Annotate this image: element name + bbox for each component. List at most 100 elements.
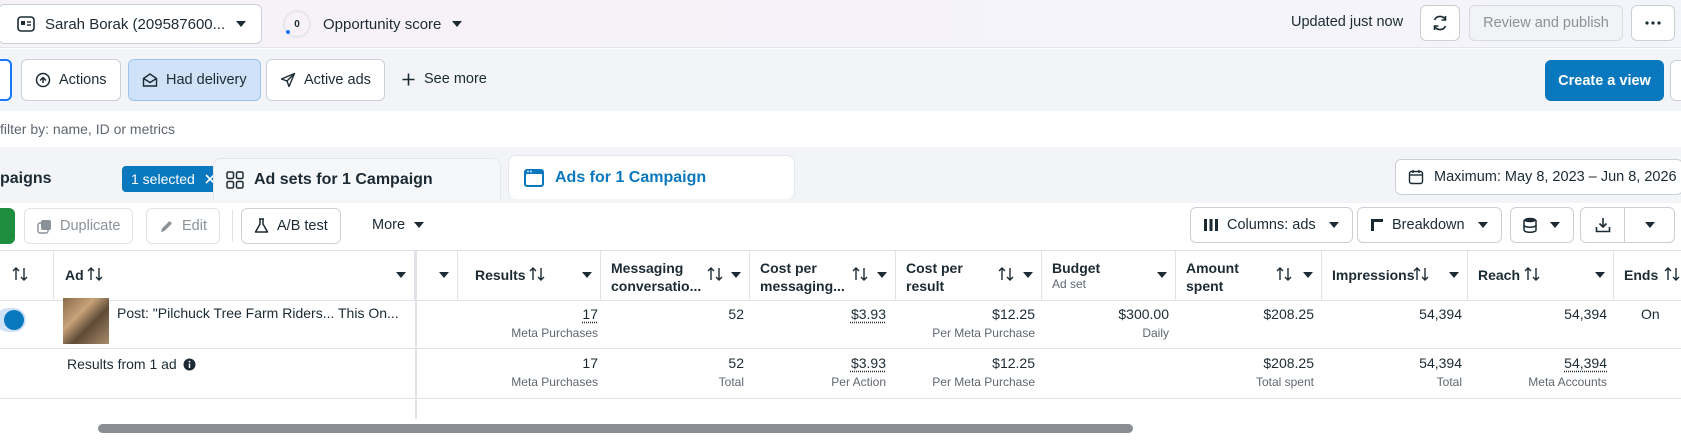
more-menu-button[interactable]: More [372, 217, 425, 233]
review-and-publish-button[interactable]: Review and publish [1469, 5, 1623, 41]
cell-results[interactable]: 17 Meta Purchases [458, 306, 598, 340]
header-cost-per-result[interactable]: Cost per result [896, 251, 1042, 301]
cell-budget[interactable]: $300.00 Daily [1042, 306, 1169, 340]
header-ad[interactable]: Ad [54, 251, 415, 301]
summary-results: 17 Meta Purchases [458, 355, 598, 389]
sort-icon[interactable] [12, 267, 28, 281]
sort-icon[interactable] [87, 267, 103, 281]
refresh-button[interactable] [1420, 5, 1460, 41]
grid-icon [226, 171, 254, 189]
chevron-down-icon [235, 20, 247, 28]
chevron-down-icon[interactable] [1625, 221, 1674, 229]
date-range-picker[interactable]: Maximum: May 8, 2023 – Jun 8, 2026 [1395, 159, 1681, 195]
chevron-down-icon[interactable] [396, 272, 406, 278]
sort-icon[interactable] [1276, 267, 1292, 281]
summary-cost-messaging[interactable]: $3.93 Per Action [750, 355, 886, 389]
chevron-down-icon [451, 20, 463, 28]
row-divider [0, 398, 1681, 399]
chevron-down-icon[interactable] [582, 272, 592, 278]
sort-icon[interactable] [852, 267, 868, 281]
summary-cost-result: $12.25 Per Meta Purchase [896, 355, 1035, 389]
see-more-label: See more [424, 71, 487, 87]
chevron-down-icon[interactable] [731, 272, 741, 278]
arrow-up-circle-icon [35, 72, 59, 88]
chevron-down-icon[interactable] [1157, 272, 1167, 278]
chevron-down-icon[interactable] [877, 272, 887, 278]
header-budget[interactable]: Budget Ad set [1042, 251, 1176, 301]
chevron-down-icon[interactable] [1303, 272, 1313, 278]
pencil-icon [159, 219, 182, 234]
summary-reach[interactable]: 54,394 Meta Accounts [1468, 355, 1607, 389]
chevron-down-icon[interactable] [1023, 272, 1033, 278]
chevron-down-icon[interactable] [439, 272, 449, 278]
header-ends[interactable]: Ends [1614, 251, 1681, 301]
search-bar [0, 111, 1681, 147]
tab-ads[interactable]: Ads for 1 Campaign [508, 155, 795, 199]
ads-table: Ad Results Messaging conversatio... Cost … [0, 250, 1681, 425]
active-ads-chip[interactable]: Active ads [266, 59, 385, 101]
header-results[interactable]: Results [458, 251, 601, 301]
bottom-edge [0, 434, 1681, 447]
selected-badge[interactable]: 1 selected [122, 166, 224, 192]
header-impressions[interactable]: Impressions [1322, 251, 1468, 301]
chip-partial[interactable] [0, 59, 12, 101]
edit-button[interactable]: Edit [146, 208, 220, 244]
header-messaging-conversations[interactable]: Messaging conversatio... [601, 251, 750, 301]
tab-ads-label: Ads for 1 Campaign [555, 169, 706, 187]
duplicate-button[interactable]: Duplicate [24, 208, 133, 244]
scrollbar-thumb[interactable] [98, 424, 1133, 433]
header-budget-label: Budget [1052, 259, 1100, 277]
chevron-down-icon[interactable] [1595, 272, 1605, 278]
sort-icon[interactable] [529, 267, 545, 281]
columns-icon [1203, 218, 1219, 232]
header-amount-spent[interactable]: Amount spent [1176, 251, 1322, 301]
actions-chip[interactable]: Actions [21, 59, 121, 101]
header-reach[interactable]: Reach [1468, 251, 1614, 301]
account-icon [17, 16, 35, 32]
results-summary-label: Results from 1 ad [67, 356, 196, 372]
see-more-button[interactable]: See more [402, 71, 487, 87]
create-view-button[interactable]: Create a view [1545, 60, 1664, 101]
create-button-partial[interactable] [0, 208, 15, 244]
reports-dropdown[interactable] [1510, 207, 1574, 243]
ab-test-button[interactable]: A/B test [241, 208, 341, 244]
send-icon [280, 72, 304, 88]
export-split-button[interactable] [1580, 207, 1675, 243]
view-chips-bar: Actions Had delivery Active ads See more… [0, 49, 1681, 111]
ad-on-off-toggle[interactable] [0, 308, 26, 332]
sort-icon[interactable] [1413, 267, 1429, 281]
active-ads-chip-label: Active ads [304, 72, 371, 88]
ad-name-link[interactable]: Post: "Pilchuck Tree Farm Riders... This… [117, 305, 399, 321]
chevron-down-icon[interactable] [1449, 272, 1459, 278]
cell-cost-messaging[interactable]: $3.93 [750, 306, 886, 322]
more-options-button[interactable] [1631, 5, 1675, 41]
cell-amount-spent: $208.25 [1176, 306, 1314, 322]
had-delivery-chip[interactable]: Had delivery [128, 59, 261, 101]
summary-amount-spent: $208.25 Total spent [1176, 355, 1314, 389]
summary-impressions: 54,394 Total [1322, 355, 1462, 389]
breakdown-dropdown[interactable]: Breakdown [1357, 207, 1502, 243]
header-toggle-col[interactable] [0, 251, 54, 301]
columns-dropdown[interactable]: Columns: ads [1190, 207, 1353, 243]
score-ring: 0 [283, 10, 311, 38]
opportunity-score[interactable]: 0 Opportunity score [283, 10, 463, 38]
cell-impressions: 54,394 [1322, 306, 1462, 322]
partial-button[interactable] [1670, 60, 1681, 101]
calendar-icon [1408, 169, 1434, 185]
sort-icon[interactable] [1524, 267, 1540, 281]
header-hidden-col[interactable] [417, 251, 458, 301]
ad-account-selector[interactable]: Sarah Borak (209587600... [0, 4, 262, 44]
sort-icon[interactable] [707, 267, 723, 281]
sort-icon[interactable] [998, 267, 1014, 281]
download-icon[interactable] [1581, 208, 1625, 242]
header-cost-per-messaging[interactable]: Cost per messaging... [750, 251, 896, 301]
sort-icon[interactable] [1664, 267, 1680, 281]
flask-icon [254, 218, 277, 234]
header-budget-sub: Ad set [1052, 277, 1086, 291]
search-input[interactable] [0, 111, 800, 147]
ad-thumbnail[interactable] [63, 298, 109, 344]
info-icon[interactable] [177, 358, 196, 371]
chevron-down-icon [405, 221, 425, 229]
tab-ad-sets[interactable]: Ad sets for 1 Campaign [213, 158, 501, 200]
chevron-down-icon [1477, 221, 1489, 229]
